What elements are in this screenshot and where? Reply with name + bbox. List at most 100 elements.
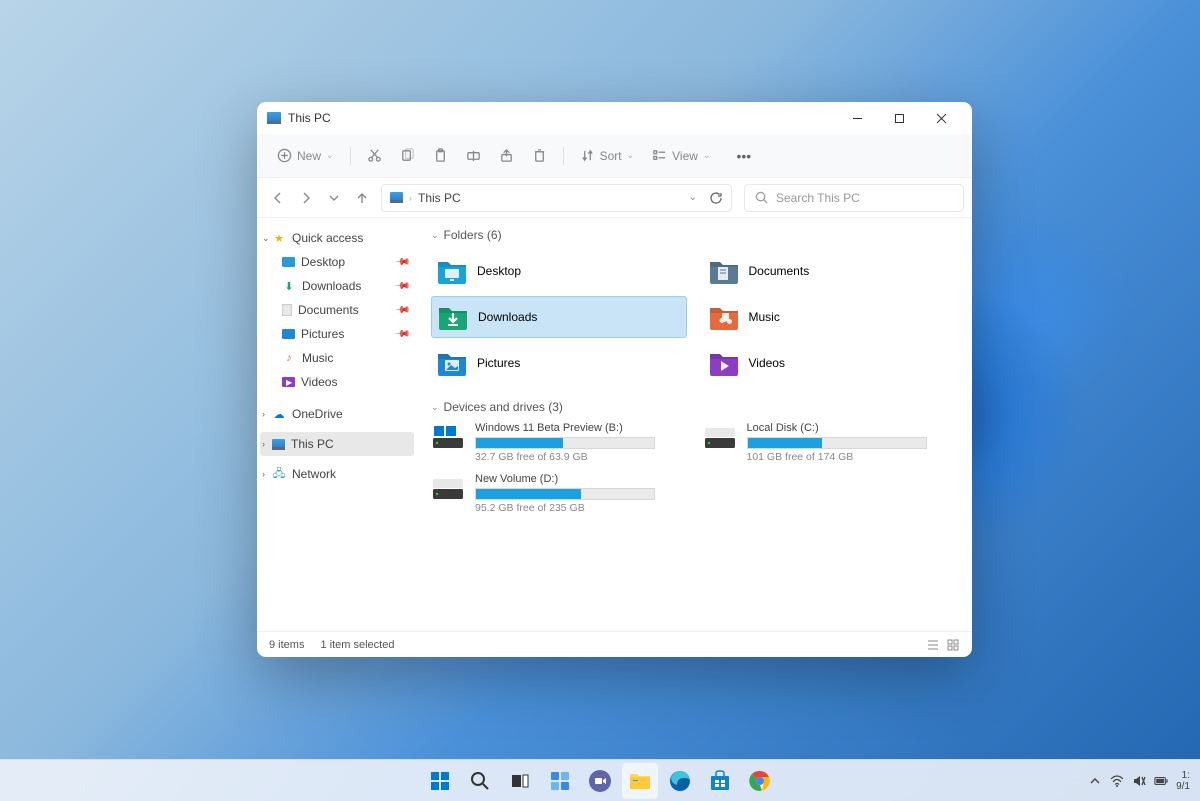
folder-label: Music — [749, 310, 780, 324]
drive-label: Local Disk (C:) — [747, 422, 959, 434]
sidebar-item-music[interactable]: ♪Music — [260, 346, 414, 370]
status-selection: 1 item selected — [320, 639, 394, 651]
search-button[interactable] — [462, 763, 498, 799]
sidebar-this-pc[interactable]: ›This PC — [260, 432, 414, 456]
folder-icon — [437, 258, 467, 284]
drive-usage-bar — [747, 437, 927, 449]
sidebar-item-documents[interactable]: Documents📌 — [260, 298, 414, 322]
tray-chevron-icon[interactable] — [1088, 774, 1102, 788]
sidebar-item-pictures[interactable]: Pictures📌 — [260, 322, 414, 346]
folder-icon — [438, 304, 468, 330]
back-button[interactable] — [271, 191, 285, 205]
address-bar[interactable]: › This PC ⌄ — [381, 184, 732, 212]
recent-dropdown[interactable] — [327, 191, 341, 205]
chevron-down-icon: ⌄ — [431, 402, 439, 413]
widgets-button[interactable] — [542, 763, 578, 799]
folder-videos[interactable]: Videos — [703, 342, 959, 384]
more-button[interactable]: ••• — [728, 141, 759, 171]
store-button[interactable] — [702, 763, 738, 799]
maximize-button[interactable] — [878, 102, 920, 134]
sidebar-quick-access[interactable]: ⌄ ★ Quick access — [260, 226, 414, 250]
forward-button[interactable] — [299, 191, 313, 205]
drives-section-header[interactable]: ⌄Devices and drives (3) — [431, 400, 958, 414]
delete-button[interactable] — [524, 141, 555, 171]
folders-section-header[interactable]: ⌄Folders (6) — [431, 228, 958, 242]
folder-downloads[interactable]: Downloads — [431, 296, 687, 338]
volume-icon[interactable] — [1132, 774, 1146, 788]
folder-icon — [437, 350, 467, 376]
sidebar-item-videos[interactable]: ▶Videos — [260, 370, 414, 394]
minimize-button[interactable] — [836, 102, 878, 134]
sidebar-item-label: Downloads — [302, 279, 361, 293]
sidebar-label: OneDrive — [292, 407, 343, 421]
pin-icon: 📌 — [393, 278, 410, 295]
search-input[interactable]: Search This PC — [744, 184, 964, 212]
taskbar[interactable]: 1: 9/1 — [0, 759, 1200, 801]
folder-label: Documents — [749, 264, 810, 278]
system-tray[interactable]: 1: 9/1 — [1078, 770, 1200, 792]
folder-desktop[interactable]: Desktop — [431, 250, 687, 292]
details-view-icon[interactable] — [926, 638, 940, 652]
thumbnails-view-icon[interactable] — [946, 638, 960, 652]
pin-icon: 📌 — [393, 302, 410, 319]
close-button[interactable] — [920, 102, 962, 134]
file-explorer-button[interactable] — [622, 763, 658, 799]
chevron-down-icon[interactable]: ⌄ — [689, 192, 697, 203]
cut-button[interactable] — [359, 141, 390, 171]
chevron-down-icon[interactable]: ⌄ — [262, 233, 270, 244]
chevron-right-icon[interactable]: › — [262, 469, 265, 479]
sidebar-network[interactable]: ›🖧Network — [260, 462, 414, 486]
address-location: This PC — [418, 191, 461, 205]
tray-date: 9/1 — [1176, 781, 1190, 792]
folder-icon — [709, 304, 739, 330]
share-button[interactable] — [491, 141, 522, 171]
folder-music[interactable]: Music — [703, 296, 959, 338]
drive-item[interactable]: Local Disk (C:)101 GB free of 174 GB — [703, 422, 959, 463]
drive-item[interactable]: New Volume (D:)95.2 GB free of 235 GB — [431, 473, 687, 514]
rename-button[interactable] — [458, 141, 489, 171]
folder-pictures[interactable]: Pictures — [431, 342, 687, 384]
pin-icon: 📌 — [393, 254, 410, 271]
file-explorer-window: This PC New ⌄ Sort ⌄ View ⌄ — [257, 102, 972, 657]
up-button[interactable] — [355, 191, 369, 205]
sidebar-item-downloads[interactable]: ⬇Downloads📌 — [260, 274, 414, 298]
teams-button[interactable] — [582, 763, 618, 799]
wifi-icon[interactable] — [1110, 774, 1124, 788]
chevron-right-icon[interactable]: › — [262, 409, 265, 419]
folder-label: Videos — [749, 356, 785, 370]
folder-label: Downloads — [478, 310, 537, 324]
sidebar-item-label: Music — [302, 351, 333, 365]
sidebar-label: Quick access — [292, 231, 363, 245]
task-view-button[interactable] — [502, 763, 538, 799]
folder-icon — [709, 258, 739, 284]
navigation-bar: › This PC ⌄ Search This PC — [257, 178, 972, 218]
chrome-button[interactable] — [742, 763, 778, 799]
search-placeholder: Search This PC — [776, 191, 860, 205]
start-button[interactable] — [422, 763, 458, 799]
folder-icon — [709, 350, 739, 376]
drive-item[interactable]: Windows 11 Beta Preview (B:)32.7 GB free… — [431, 422, 687, 463]
drive-label: New Volume (D:) — [475, 473, 687, 485]
sidebar-onedrive[interactable]: ›☁OneDrive — [260, 402, 414, 426]
battery-icon[interactable] — [1154, 774, 1168, 788]
sort-label: Sort — [600, 149, 622, 163]
paste-button[interactable] — [425, 141, 456, 171]
title-bar[interactable]: This PC — [257, 102, 972, 134]
new-label: New — [297, 149, 321, 163]
drive-usage-bar — [475, 488, 655, 500]
refresh-button[interactable] — [709, 191, 723, 205]
sidebar-item-label: Desktop — [301, 255, 345, 269]
copy-button[interactable] — [392, 141, 423, 171]
sort-button[interactable]: Sort ⌄ — [572, 141, 643, 171]
sidebar-item-label: Videos — [301, 375, 337, 389]
folder-documents[interactable]: Documents — [703, 250, 959, 292]
edge-button[interactable] — [662, 763, 698, 799]
view-button[interactable]: View ⌄ — [644, 141, 718, 171]
drive-usage-bar — [475, 437, 655, 449]
navigation-pane: ⌄ ★ Quick access Desktop📌 ⬇Downloads📌 Do… — [257, 218, 417, 631]
new-button[interactable]: New ⌄ — [269, 141, 342, 171]
sidebar-item-desktop[interactable]: Desktop 📌 — [260, 250, 414, 274]
toolbar: New ⌄ Sort ⌄ View ⌄ ••• — [257, 134, 972, 178]
chevron-right-icon[interactable]: › — [262, 439, 265, 449]
tray-time: 1: — [1176, 770, 1190, 781]
